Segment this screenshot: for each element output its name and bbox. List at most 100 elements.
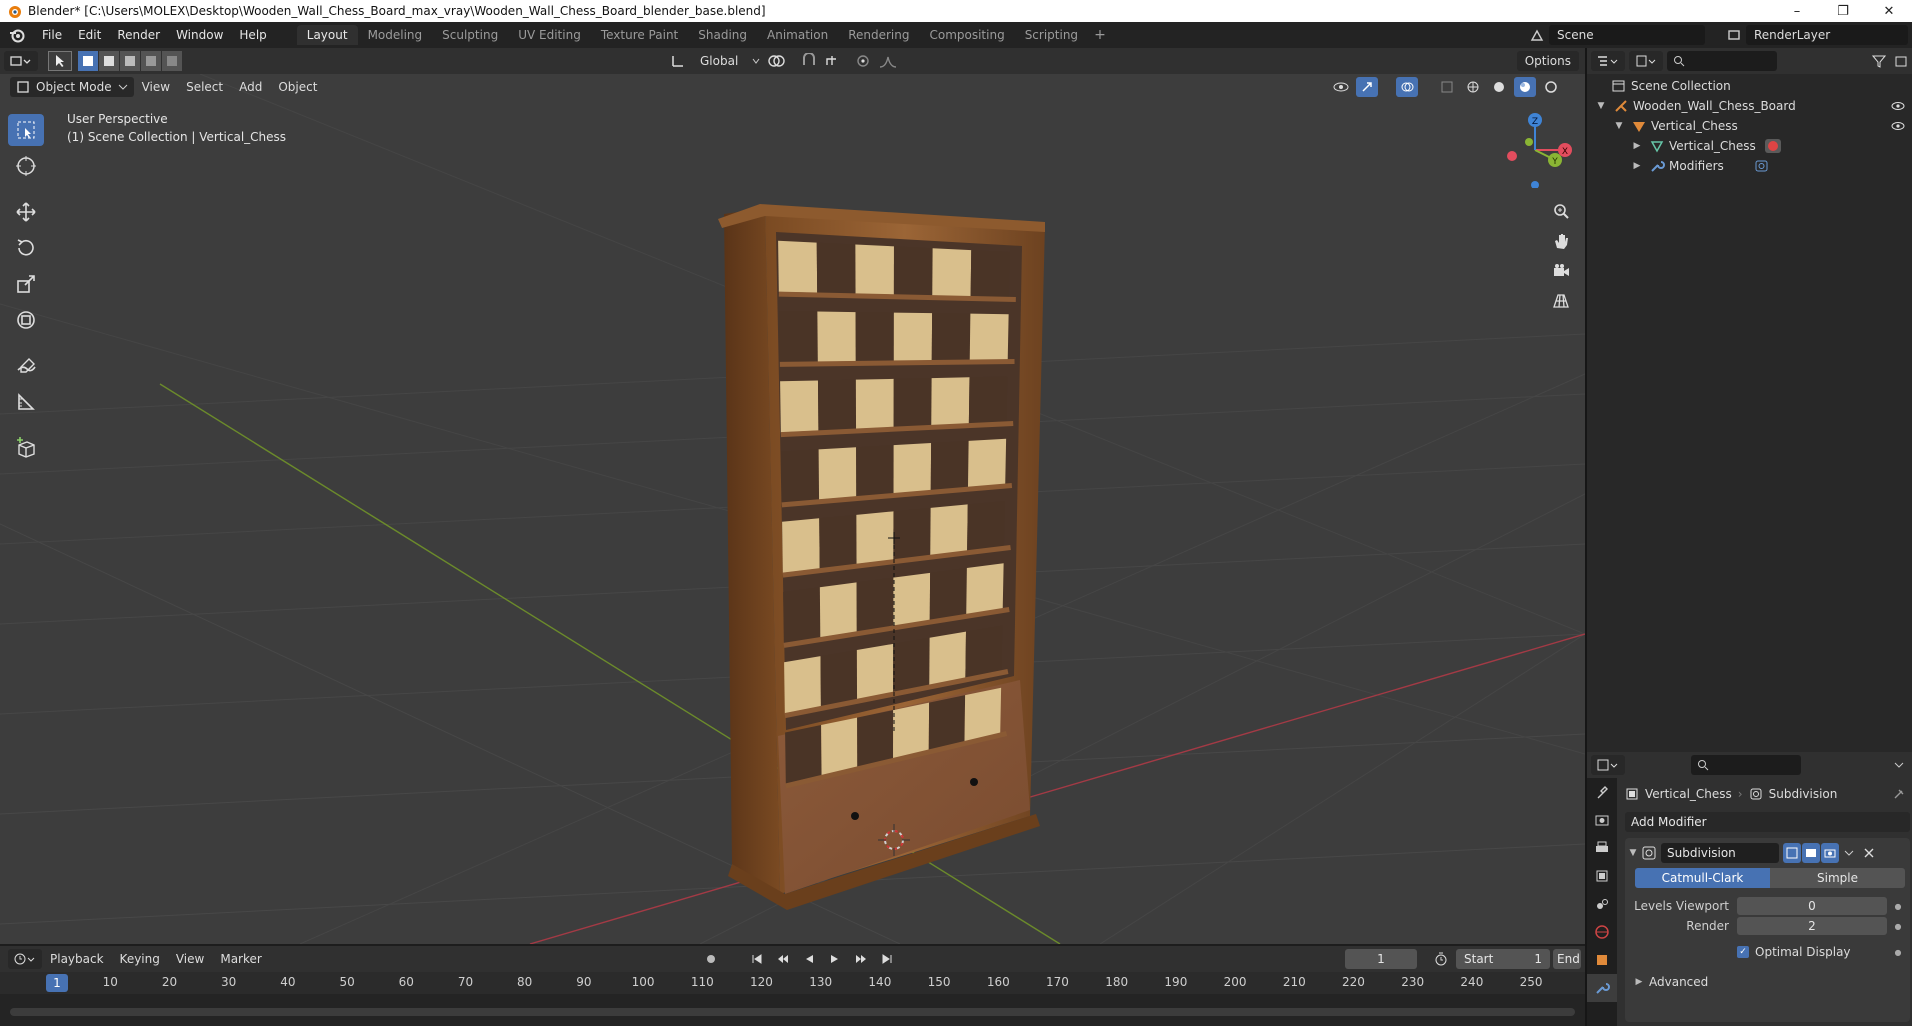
stopwatch-icon[interactable] [1430, 949, 1452, 969]
expand-triangle-icon[interactable]: ▶ [1633, 977, 1645, 987]
menu-view[interactable]: View [134, 77, 178, 97]
next-keyframe-icon[interactable] [850, 949, 872, 969]
menu-select[interactable]: Select [178, 77, 231, 97]
shading-solid-icon[interactable] [1488, 77, 1510, 97]
properties-editor-type-button[interactable] [1591, 755, 1625, 775]
end-frame-field[interactable]: End [1553, 949, 1581, 969]
world-tab[interactable] [1587, 918, 1617, 946]
simple-button[interactable]: Simple [1770, 868, 1905, 888]
timeline-menu-keying[interactable]: Keying [112, 949, 168, 969]
render-tab[interactable] [1587, 806, 1617, 834]
add-workspace-button[interactable]: + [1088, 27, 1112, 43]
menu-window[interactable]: Window [168, 22, 231, 48]
overlay-toggle-icon[interactable] [1396, 77, 1418, 97]
select-box-tool-button[interactable] [48, 51, 72, 71]
menu-add[interactable]: Add [231, 77, 270, 97]
scale-tool[interactable] [8, 268, 44, 300]
render-layer-selector[interactable]: RenderLayer [1722, 25, 1908, 45]
scene-selector[interactable]: Scene [1525, 25, 1705, 45]
tab-modeling[interactable]: Modeling [358, 25, 433, 45]
modifier-name-field[interactable]: Subdivision [1661, 843, 1779, 863]
minimize-button[interactable]: – [1774, 0, 1820, 22]
pivot-point-icon[interactable] [766, 53, 794, 69]
outliner-item[interactable]: ▶ Vertical_Chess [1631, 136, 1782, 156]
render-layer-field[interactable]: RenderLayer [1746, 25, 1908, 45]
select-mode-invert-button[interactable] [141, 51, 161, 71]
levels-viewport-field[interactable]: 0 [1737, 897, 1887, 915]
snap-target-icon[interactable] [824, 53, 848, 69]
navigation-gizmo[interactable]: X Y Z [1495, 108, 1575, 188]
tab-animation[interactable]: Animation [757, 25, 838, 45]
play-reverse-icon[interactable] [798, 949, 820, 969]
move-tool[interactable] [8, 196, 44, 228]
outliner-item[interactable]: ▼ Vertical_Chess [1613, 116, 1912, 136]
prev-keyframe-icon[interactable] [772, 949, 794, 969]
expand-triangle-icon[interactable]: ▶ [1631, 136, 1643, 156]
blender-menu-icon[interactable] [8, 26, 26, 44]
advanced-subpanel[interactable]: ▶ Advanced [1625, 972, 1910, 992]
play-icon[interactable] [824, 949, 846, 969]
optimal-display-checkbox[interactable]: ✓ [1737, 946, 1749, 958]
view-layer-tab[interactable] [1587, 862, 1617, 890]
select-mode-extend-button[interactable] [99, 51, 119, 71]
record-icon[interactable] [700, 949, 722, 969]
modifier-tab[interactable] [1587, 974, 1617, 1002]
close-window-button[interactable]: ✕ [1866, 0, 1912, 22]
tool-tab[interactable] [1587, 778, 1617, 806]
proportional-edit-icon[interactable] [854, 53, 872, 69]
shading-wireframe-icon[interactable] [1462, 77, 1484, 97]
properties-search-input[interactable] [1691, 755, 1801, 775]
output-tab[interactable] [1587, 834, 1617, 862]
pin-icon[interactable] [1892, 787, 1906, 801]
menu-file[interactable]: File [34, 22, 70, 48]
new-collection-icon[interactable] [1890, 51, 1912, 71]
menu-render[interactable]: Render [109, 22, 168, 48]
transform-tool[interactable] [8, 304, 44, 336]
restore-button[interactable]: ❐ [1820, 0, 1866, 22]
3d-viewport[interactable] [0, 74, 1585, 944]
eye-icon[interactable] [1890, 116, 1906, 136]
timeline-panel[interactable]: 1 10 20 30 40 50 60 70 80 90 100 110 120 130 140 150 160… [0, 972, 1585, 1026]
edit-mode-toggle-icon[interactable] [1783, 843, 1801, 863]
current-frame-marker[interactable]: 1 [46, 974, 68, 992]
scene-name-field[interactable]: Scene [1549, 25, 1705, 45]
display-mode-button[interactable] [1629, 51, 1663, 71]
outliner-search-input[interactable] [1667, 51, 1777, 71]
ortho-grid-icon[interactable] [1546, 286, 1576, 316]
select-mode-set-button[interactable] [78, 51, 98, 71]
timeline-menu-playback[interactable]: Playback [42, 949, 112, 969]
zoom-icon[interactable] [1546, 196, 1576, 226]
frame-ruler[interactable]: 1 10 20 30 40 50 60 70 80 90 100 110 120 130 140 150 160… [0, 972, 1585, 994]
measure-tool[interactable] [8, 386, 44, 418]
catmull-clark-button[interactable]: Catmull-Clark [1635, 868, 1770, 888]
pan-hand-icon[interactable] [1546, 226, 1576, 256]
tab-rendering[interactable]: Rendering [838, 25, 919, 45]
tab-sculpting[interactable]: Sculpting [432, 25, 508, 45]
rotate-tool[interactable] [8, 232, 44, 264]
falloff-curve-icon[interactable] [878, 53, 898, 69]
orientation-dropdown[interactable]: Global [692, 51, 746, 71]
shading-rendered-icon[interactable] [1540, 77, 1562, 97]
outliner-scene-collection[interactable]: Scene Collection [1611, 76, 1731, 96]
xray-toggle-icon[interactable] [1436, 77, 1458, 97]
menu-object[interactable]: Object [270, 77, 325, 97]
expand-triangle-icon[interactable]: ▼ [1595, 96, 1607, 116]
timeline-editor-type-button[interactable] [8, 949, 42, 969]
keyframe-dot-icon[interactable]: ● [1893, 922, 1903, 931]
jump-end-icon[interactable] [876, 949, 898, 969]
shading-material-icon[interactable] [1514, 77, 1536, 97]
viewport-toggle-icon[interactable] [1802, 843, 1820, 863]
collapse-triangle-icon[interactable]: ▼ [1627, 848, 1639, 858]
select-mode-subtract-button[interactable] [120, 51, 140, 71]
cursor-tool[interactable] [8, 150, 44, 182]
expand-triangle-icon[interactable]: ▶ [1631, 156, 1643, 176]
render-toggle-icon[interactable] [1821, 843, 1839, 863]
tab-layout[interactable]: Layout [296, 25, 358, 45]
start-frame-field[interactable]: Start 1 [1456, 949, 1550, 969]
close-icon[interactable] [1863, 847, 1875, 859]
gizmo-toggle-icon[interactable] [1356, 77, 1378, 97]
tab-scripting[interactable]: Scripting [1015, 25, 1088, 45]
tab-uv-editing[interactable]: UV Editing [508, 25, 591, 45]
chevron-down-icon[interactable] [1843, 848, 1855, 858]
add-cube-tool[interactable] [8, 432, 44, 464]
